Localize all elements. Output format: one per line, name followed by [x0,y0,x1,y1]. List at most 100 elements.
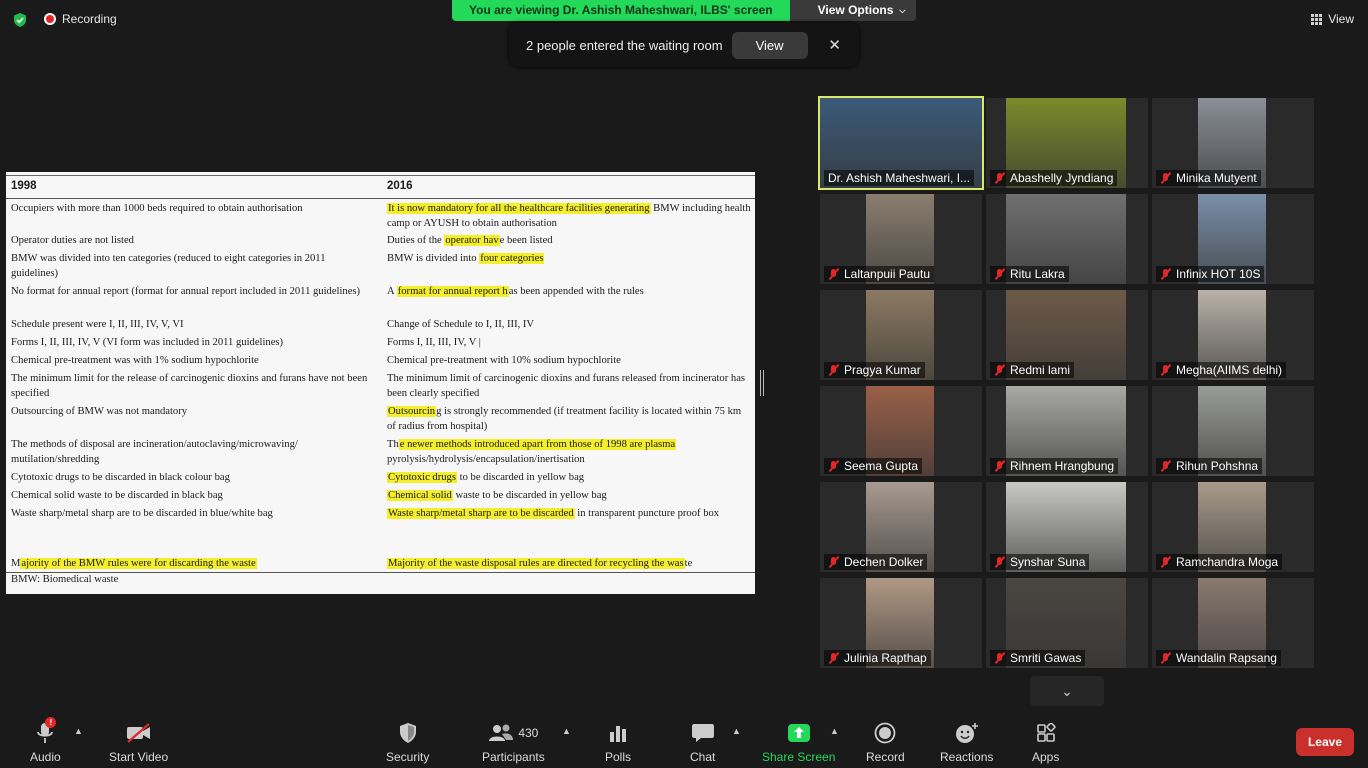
participant-tile[interactable]: Dechen Dolker [820,482,982,572]
participant-tile[interactable]: Julinia Rapthap [820,578,982,668]
muted-mic-icon [828,652,840,664]
participant-name-tag: Rihun Pohshna [1156,458,1263,474]
share-screen-button[interactable]: Share Screen [762,720,835,764]
muted-mic-icon [828,460,840,472]
cell-text: in transparent puncture proof box [574,508,720,519]
view-options-button[interactable]: View Options ⌵ [789,0,916,21]
participant-name: Seema Gupta [844,459,919,473]
participants-button[interactable]: 430 Participants [482,720,545,764]
participants-options-caret[interactable]: ▲ [562,726,571,736]
cell-text: A [387,286,397,297]
split-divider[interactable] [760,370,764,396]
apps-button[interactable]: Apps [1032,720,1059,764]
participant-tile[interactable]: Wandalin Rapsang [1152,578,1314,668]
participant-tile[interactable]: Pragya Kumar [820,290,982,380]
table-cell: Change of Schedule to I, II, III, IV [387,319,535,330]
leave-button[interactable]: Leave [1295,728,1354,756]
muted-mic-icon [994,268,1006,280]
participant-tile[interactable]: Synshar Suna [986,482,1148,572]
muted-mic-icon [1160,172,1172,184]
muted-mic-icon [1160,652,1172,664]
table-cell: No format for annual report (format for … [11,286,361,297]
participant-tile[interactable]: Infinix HOT 10S [1152,194,1314,284]
participant-name-tag: Redmi lami [990,362,1075,378]
table-cell: Operator duties are not listed [11,235,134,246]
shield-icon[interactable] [12,12,28,28]
table-cell: A format for annual report has been appe… [387,285,751,300]
participant-name: Dr. Ashish Maheshwari, I... [828,171,971,185]
audio-button[interactable]: ! Audio [30,717,61,764]
table-cell: Chemical solid waste to be discarded in … [387,489,751,504]
participant-tile[interactable]: Minika Mutyent [1152,98,1314,188]
participant-name-tag: Rihnem Hrangbung [990,458,1119,474]
footer-rule [6,572,755,573]
participant-tile[interactable]: Rihun Pohshna [1152,386,1314,476]
participant-name: Rihun Pohshna [1176,459,1259,473]
recording-indicator[interactable]: Recording [44,12,117,26]
cell-text: waste to be discarded in yellow bag [452,490,607,501]
participant-tile[interactable]: Ramchandra Moga [1152,482,1314,572]
participant-name: Abashelly Jyndiang [1010,171,1114,185]
table-cell: BMW is divided into four categories [387,252,751,267]
participant-tile[interactable]: Redmi lami [986,290,1148,380]
view-button[interactable]: View [1311,12,1354,26]
toast-view-button[interactable]: View [731,31,808,59]
participant-tile[interactable]: Ritu Lakra [986,194,1148,284]
participant-name: Rihnem Hrangbung [1010,459,1115,473]
muted-mic-icon [1160,268,1172,280]
participant-name-tag: Abashelly Jyndiang [990,170,1118,186]
participant-name: Redmi lami [1010,363,1071,377]
participant-tile[interactable]: Megha(AIIMS delhi) [1152,290,1314,380]
muted-mic-icon [994,652,1006,664]
participant-tile[interactable]: Dr. Ashish Maheshwari, I... [818,96,984,190]
participant-tile[interactable]: Laltanpuii Pautu [820,194,982,284]
chat-options-caret[interactable]: ▲ [732,726,741,736]
table-cell: BMW was divided into ten categories (red… [11,253,326,279]
participant-name-tag: Ramchandra Moga [1156,554,1283,570]
record-label: Record [866,750,905,764]
muted-mic-icon [994,460,1006,472]
apps-icon [1036,723,1056,742]
participant-name: Pragya Kumar [844,363,921,377]
participant-name-tag: Minika Mutyent [1156,170,1261,186]
polls-button[interactable]: Polls [605,720,631,764]
table-cell: The methods of disposal are incineration… [11,439,298,465]
toast-text: 2 people entered the waiting room [526,37,723,53]
table-cell: The minimum limit for the release of car… [11,373,368,399]
reactions-smiley-icon [955,723,978,743]
record-button[interactable]: Record [866,720,905,764]
table-cell: Cytotoxic drugs to be discarded in yello… [387,471,751,486]
security-label: Security [386,750,430,764]
share-screen-options-caret[interactable]: ▲ [830,726,839,736]
audio-options-caret[interactable]: ▲ [74,726,83,736]
start-video-button[interactable]: Start Video [109,720,168,764]
table-cell: Chemical solid waste to be discarded in … [11,490,223,501]
highlight: four categories [479,253,545,264]
chevron-down-icon[interactable]: ⌄ [1030,676,1104,706]
table-cell: Outsourcing is strongly recommended (if … [387,405,751,434]
highlight: It is now mandatory for all the healthca… [387,203,651,214]
table-cell: Chemical pre-treatment with 10% sodium h… [387,355,621,366]
participant-tile[interactable]: Rihnem Hrangbung [986,386,1148,476]
participant-tile[interactable]: Smriti Gawas [986,578,1148,668]
chat-button[interactable]: Chat [690,720,715,764]
footnote: BMW: Biomedical waste [11,574,119,585]
table-cell: Chemical pre-treatment was with 1% sodiu… [11,355,259,366]
close-icon[interactable]: ✕ [828,36,841,54]
participant-tile[interactable]: Abashelly Jyndiang [986,98,1148,188]
security-button[interactable]: Security [386,720,429,764]
participant-name: Ritu Lakra [1010,267,1065,281]
view-options-label: View Options [817,3,894,17]
share-screen-label: Share Screen [762,750,836,764]
participant-name-tag: Seema Gupta [824,458,923,474]
participant-name: Dechen Dolker [844,555,924,569]
reactions-button[interactable]: Reactions [940,720,993,764]
muted-mic-icon [1160,364,1172,376]
participant-name-tag: Megha(AIIMS delhi) [1156,362,1287,378]
cell-text: pyrolysis/hydrolysis/encapsulation/inert… [387,453,585,465]
highlight: Waste sharp/metal sharp are to be discar… [387,508,575,519]
participant-tile[interactable]: Seema Gupta [820,386,982,476]
participant-name: Minika Mutyent [1176,171,1257,185]
table-cell: It is now mandatory for all the healthca… [387,202,751,231]
table-cell: Waste sharp/metal sharp are to be discar… [11,508,273,519]
